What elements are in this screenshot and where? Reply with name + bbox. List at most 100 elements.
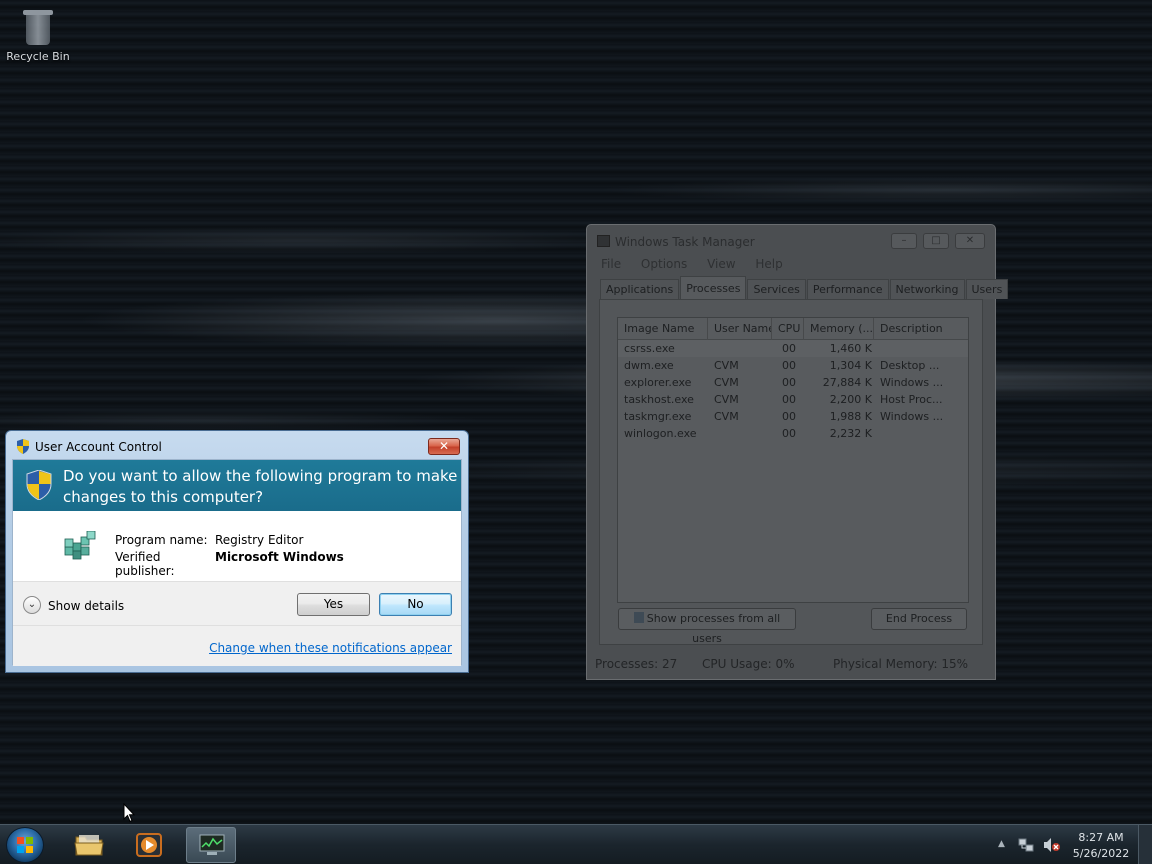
taskbar-media-player[interactable] [124,827,174,863]
status-memory: Physical Memory: 15% [833,657,969,671]
column-user-name[interactable]: User Name [708,317,772,340]
mouse-cursor-icon [123,802,136,826]
tab-networking[interactable]: Networking [889,279,965,299]
uac-actions: ⌄ Show details Yes No [13,581,461,625]
cell-cpu: 00 [782,393,796,406]
uac-titlebar: User Account Control ✕ [6,431,468,459]
uac-dialog: User Account Control ✕ Do you want to al… [5,430,469,673]
process-list[interactable]: Image Name User Name CPU Memory (... Des… [617,317,969,603]
registry-editor-icon [63,530,97,563]
table-row[interactable]: csrss.exe 00 1,460 K [618,340,968,357]
show-hidden-icons-arrow[interactable]: ▲ [998,839,1005,849]
recycle-bin[interactable]: Recycle Bin [6,6,70,63]
change-notifications-link[interactable]: Change when these notifications appear [209,641,452,655]
cell-memory: 2,232 K [829,427,872,440]
cell-image: taskhost.exe [624,393,694,406]
menu-view[interactable]: View [707,257,735,271]
table-row[interactable]: winlogon.exe 00 2,232 K [618,425,968,442]
cell-cpu: 00 [782,342,796,355]
table-row[interactable]: taskmgr.exe CVM 00 1,988 K Windows ... [618,408,968,425]
cell-cpu: 00 [782,359,796,372]
publisher-label: Verified publisher: [115,550,175,578]
taskbar-task-manager[interactable] [186,827,236,863]
close-button[interactable]: ✕ [955,233,985,249]
status-cpu: CPU Usage: 0% [702,657,795,671]
task-manager-menubar: File Options View Help [587,255,995,275]
program-name-label: Program name: [115,533,208,547]
clock-date: 5/26/2022 [1072,847,1130,860]
cell-description: Host Proc... [880,393,943,406]
no-button[interactable]: No [379,593,452,616]
column-memory[interactable]: Memory (... [804,317,874,340]
menu-help[interactable]: Help [755,257,782,271]
tab-performance[interactable]: Performance [806,279,889,299]
show-details-toggle[interactable]: Show details [48,599,124,613]
recycle-bin-label: Recycle Bin [6,50,70,63]
task-manager-window: Windows Task Manager – □ ✕ File Options … [586,224,1009,680]
publisher-value: Microsoft Windows [215,550,344,564]
cell-memory: 1,304 K [829,359,872,372]
cell-image: winlogon.exe [624,427,697,440]
tab-applications[interactable]: Applications [600,279,680,299]
cell-memory: 27,884 K [822,376,872,389]
system-clock[interactable]: 8:27 AM 5/26/2022 [1068,830,1134,862]
cell-memory: 1,460 K [829,342,872,355]
table-row[interactable]: taskhost.exe CVM 00 2,200 K Host Proc... [618,391,968,408]
menu-options[interactable]: Options [641,257,687,271]
maximize-button[interactable]: □ [923,233,949,249]
cell-cpu: 00 [782,376,796,389]
cell-image: explorer.exe [624,376,692,389]
task-manager-title: Windows Task Manager [615,235,755,249]
cell-memory: 2,200 K [829,393,872,406]
minimize-button[interactable]: – [891,233,917,249]
close-button[interactable]: ✕ [428,438,460,455]
volume-muted-icon[interactable] [1043,837,1060,853]
tab-processes[interactable]: Processes [680,276,747,299]
column-description[interactable]: Description [874,318,964,340]
uac-shield-icon [633,612,644,623]
shield-icon [26,469,52,506]
show-all-processes-button[interactable]: Show processes from all users [618,608,796,645]
cell-image: csrss.exe [624,342,675,355]
column-cpu[interactable]: CPU [772,317,804,340]
taskbar: ▲ 8:27 AM 5/26/2022 [0,824,1152,864]
uac-title: User Account Control [35,440,162,454]
cell-memory: 1,988 K [829,410,872,423]
process-list-header: Image Name User Name CPU Memory (... Des… [618,317,968,340]
cell-description: Desktop ... [880,359,940,372]
cell-user: CVM [714,410,739,423]
processes-panel: Image Name User Name CPU Memory (... Des… [599,299,983,645]
uac-banner: Do you want to allow the following progr… [13,460,461,511]
status-bar: Processes: 27 CPU Usage: 0% Physical Mem… [587,649,995,679]
shield-icon [16,439,30,457]
program-info: Program name: Registry Editor Verified p… [13,511,461,581]
column-image-name[interactable]: Image Name [618,317,708,340]
cell-description: Windows ... [880,410,944,423]
program-details: Program name: Registry Editor Verified p… [115,533,344,578]
windows-logo-icon [17,837,33,853]
cell-description: Windows ... [880,376,944,389]
cell-user [708,425,772,442]
recycle-bin-icon [22,6,54,46]
tab-users[interactable]: Users [965,279,1009,299]
uac-question: Do you want to allow the following progr… [63,467,458,506]
show-desktop-button[interactable] [1138,825,1152,864]
chevron-down-icon[interactable]: ⌄ [23,596,41,614]
folder-icon [74,835,104,856]
cell-user: CVM [714,359,739,372]
cell-image: taskmgr.exe [624,410,692,423]
clock-time: 8:27 AM [1078,831,1124,844]
table-row[interactable]: explorer.exe CVM 00 27,884 K Windows ... [618,374,968,391]
tab-services[interactable]: Services [747,279,806,299]
menu-file[interactable]: File [601,257,621,271]
network-icon[interactable] [1018,837,1034,853]
end-process-button[interactable]: End Process [871,608,967,630]
program-name-value: Registry Editor [215,533,304,547]
taskbar-explorer[interactable] [64,827,114,863]
uac-body: Do you want to allow the following progr… [12,459,462,666]
cell-user [708,340,772,357]
task-manager-app-icon [597,235,610,247]
table-row[interactable]: dwm.exe CVM 00 1,304 K Desktop ... [618,357,968,374]
yes-button[interactable]: Yes [297,593,370,616]
start-button[interactable] [6,827,44,863]
